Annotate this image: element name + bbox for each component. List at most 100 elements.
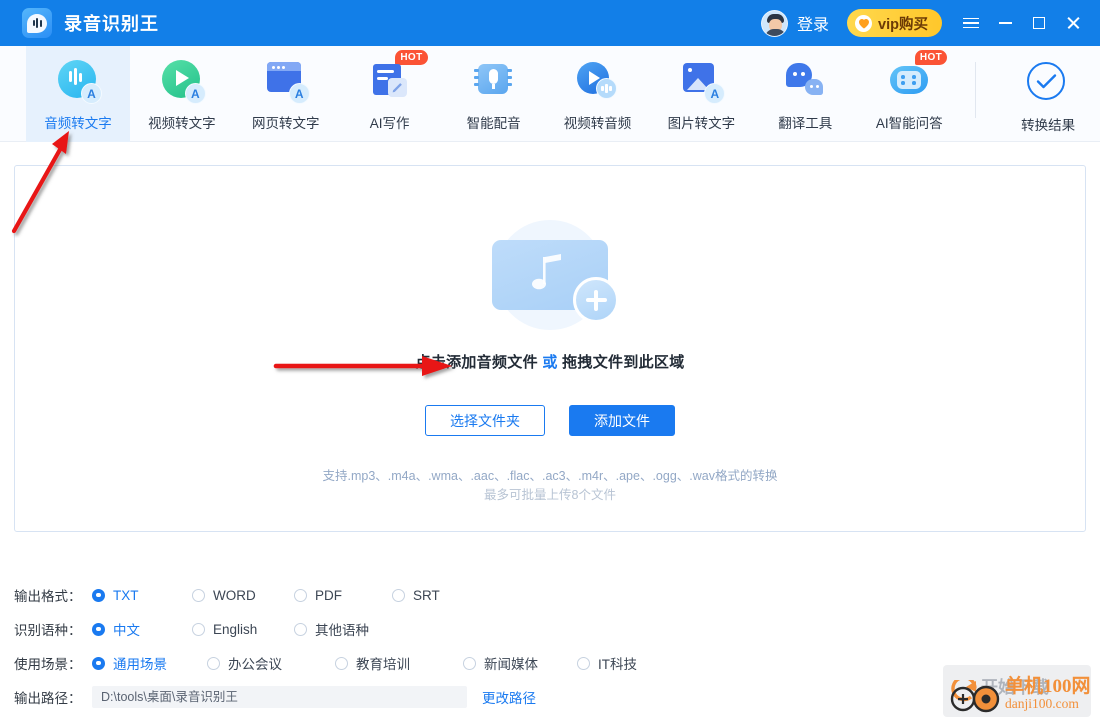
ai-writing-icon xyxy=(367,58,413,104)
ai-qa-icon xyxy=(886,58,932,104)
tool-ai-writing[interactable]: HOT AI写作 xyxy=(338,46,442,142)
hamburger-menu-icon[interactable] xyxy=(954,0,988,46)
radio-label: TXT xyxy=(113,587,139,603)
radio-dot xyxy=(335,656,348,670)
radio-label: 中文 xyxy=(113,623,140,638)
scene-row: 使用场景： 通用场景 办公会议 教育培训 新闻媒体 IT科技 xyxy=(14,646,1086,680)
titlebar-right-group: 登录 vip购买 xyxy=(761,0,1100,46)
user-avatar[interactable] xyxy=(761,9,789,37)
tool-label: AI写作 xyxy=(369,116,410,131)
radio-label: 教育培训 xyxy=(356,657,410,672)
tool-label: 翻译工具 xyxy=(778,116,833,131)
select-folder-button[interactable]: 选择文件夹 xyxy=(425,405,545,436)
output-format-label: 输出格式： xyxy=(14,589,82,604)
radio-dot xyxy=(92,622,105,636)
add-file-button[interactable]: 添加文件 xyxy=(569,405,675,436)
radio-lang-other[interactable]: 其他语种 xyxy=(294,619,369,639)
webpage-to-text-icon: A xyxy=(263,58,310,104)
output-format-row: 输出格式： TXT WORD PDF SRT xyxy=(14,578,1086,612)
tool-ai-qa[interactable]: HOT AI智能问答 xyxy=(857,46,961,142)
dropzone-instruction-prefix: 点击添加音频文件 xyxy=(415,354,538,371)
application-window: 录音识别王 登录 vip购买 A 音频转文字 A 视频转文字 A 网页转文字 H… xyxy=(0,0,1100,720)
video-to-text-icon: A xyxy=(159,58,206,104)
dropzone-hint: 支持.mp3、.m4a、.wma、.aac、.flac、.ac3、.m4r、.a… xyxy=(323,467,778,505)
upload-limit-text: 最多可批量上传8个文件 xyxy=(484,488,616,502)
watermark-site-name: 单机100网 xyxy=(1005,676,1091,697)
maximize-icon[interactable] xyxy=(1022,0,1056,46)
tool-video-to-text[interactable]: A 视频转文字 xyxy=(130,46,234,142)
output-path-input[interactable] xyxy=(92,686,467,708)
tool-webpage-to-text[interactable]: A 网页转文字 xyxy=(234,46,338,142)
minimize-icon[interactable] xyxy=(988,0,1022,46)
radio-format-txt[interactable]: TXT xyxy=(92,588,182,603)
vip-label: vip购买 xyxy=(878,16,928,33)
dropzone-instruction-or: 或 xyxy=(542,354,558,371)
title-bar: 录音识别王 登录 vip购买 xyxy=(0,0,1100,46)
radio-dot xyxy=(92,656,105,670)
vip-purchase-button[interactable]: vip购买 xyxy=(847,9,942,37)
image-to-text-icon: A xyxy=(678,58,726,104)
radio-format-word[interactable]: WORD xyxy=(192,588,284,603)
radio-dot xyxy=(294,588,307,602)
change-path-button[interactable]: 更改路径 xyxy=(482,687,536,707)
radio-dot xyxy=(207,656,220,670)
site-watermark: 开始下载 单机100网 danji100.com xyxy=(943,665,1091,717)
radio-label: 新闻媒体 xyxy=(484,657,538,672)
output-path-label: 输出路径： xyxy=(14,691,82,706)
tool-label: 音频转文字 xyxy=(44,116,112,131)
dropzone-instruction-suffix: 拖拽文件到此区域 xyxy=(562,354,685,371)
radio-dot xyxy=(463,656,476,670)
tool-label: AI智能问答 xyxy=(875,116,943,131)
radio-dot xyxy=(392,588,405,602)
output-path-row: 输出路径： 更改路径 xyxy=(14,680,1086,714)
translate-tool-icon xyxy=(782,58,828,104)
tool-label: 图片转文字 xyxy=(667,116,736,131)
radio-dot xyxy=(92,588,105,602)
radio-format-srt[interactable]: SRT xyxy=(392,588,440,603)
tool-label: 网页转文字 xyxy=(252,116,320,131)
tool-label: 智能配音 xyxy=(466,116,521,131)
download-icon xyxy=(950,680,1000,713)
app-title: 录音识别王 xyxy=(64,14,159,34)
close-icon[interactable] xyxy=(1056,0,1090,46)
tool-translate[interactable]: 翻译工具 xyxy=(753,46,857,142)
options-panel: 输出格式： TXT WORD PDF SRT 识别语种： 中文 English … xyxy=(14,578,1086,714)
radio-label: IT科技 xyxy=(598,657,637,672)
toolbar-divider xyxy=(975,62,977,118)
dropzone-instruction: 点击添加音频文件 或 拖拽文件到此区域 xyxy=(415,351,684,372)
radio-label: 办公会议 xyxy=(228,657,282,672)
radio-scene-office[interactable]: 办公会议 xyxy=(207,653,325,673)
radio-scene-it[interactable]: IT科技 xyxy=(577,653,637,673)
language-label: 识别语种： xyxy=(14,623,82,638)
dropzone-actions: 选择文件夹 添加文件 xyxy=(425,405,675,436)
radio-dot xyxy=(192,588,205,602)
audio-file-add-icon xyxy=(475,220,625,330)
language-row: 识别语种： 中文 English 其他语种 xyxy=(14,612,1086,646)
tool-label: 转换结果 xyxy=(1021,118,1076,133)
smart-dubbing-icon xyxy=(471,58,517,104)
app-logo-icon xyxy=(22,8,52,38)
login-button[interactable]: 登录 xyxy=(797,11,829,35)
feature-toolbar: A 音频转文字 A 视频转文字 A 网页转文字 HOT AI写作 智能配音 视频… xyxy=(0,46,1100,142)
file-dropzone[interactable]: 点击添加音频文件 或 拖拽文件到此区域 选择文件夹 添加文件 支持.mp3、.m… xyxy=(14,165,1086,532)
radio-lang-chinese[interactable]: 中文 xyxy=(92,619,182,639)
tool-conversion-result[interactable]: 转换结果 xyxy=(996,46,1100,142)
radio-scene-general[interactable]: 通用场景 xyxy=(92,653,197,673)
radio-label: 其他语种 xyxy=(315,623,369,638)
tool-audio-to-text[interactable]: A 音频转文字 xyxy=(26,46,130,142)
tool-image-to-text[interactable]: A 图片转文字 xyxy=(649,46,753,142)
video-to-audio-icon xyxy=(574,58,620,104)
radio-label: English xyxy=(213,621,258,637)
scene-label: 使用场景： xyxy=(14,657,82,672)
radio-lang-english[interactable]: English xyxy=(192,622,284,637)
radio-format-pdf[interactable]: PDF xyxy=(294,588,382,603)
radio-dot xyxy=(192,622,205,636)
radio-label: WORD xyxy=(213,587,256,603)
supported-formats-text: 支持.mp3、.m4a、.wma、.aac、.flac、.ac3、.m4r、.a… xyxy=(322,469,778,483)
radio-scene-news[interactable]: 新闻媒体 xyxy=(463,653,567,673)
tool-smart-dubbing[interactable]: 智能配音 xyxy=(442,46,546,142)
radio-scene-education[interactable]: 教育培训 xyxy=(335,653,453,673)
tool-video-to-audio[interactable]: 视频转音频 xyxy=(546,46,650,142)
audio-to-text-icon: A xyxy=(55,58,102,104)
radio-dot xyxy=(294,622,307,636)
